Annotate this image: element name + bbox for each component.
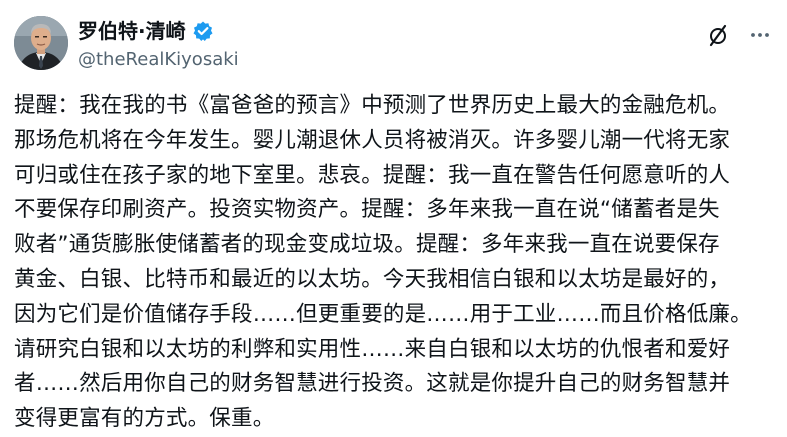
more-dots-icon[interactable] — [747, 22, 773, 48]
tweet-card: 罗伯特·清崎 @theRealKiyosaki 提醒：我在我的书《富爸爸的预言》… — [0, 0, 787, 431]
user-handle[interactable]: @theRealKiyosaki — [78, 48, 239, 72]
verified-badge-icon — [192, 20, 214, 42]
avatar-image — [14, 16, 68, 70]
header-actions — [705, 22, 773, 48]
avatar[interactable] — [14, 16, 68, 70]
grok-slash-icon[interactable] — [705, 22, 731, 48]
author-block: 罗伯特·清崎 @theRealKiyosaki — [78, 18, 239, 72]
post-text: 提醒：我在我的书《富爸爸的预言》中预测了世界历史上最大的金融危机。 那场危机将在… — [14, 93, 752, 432]
name-row: 罗伯特·清崎 — [78, 18, 239, 44]
display-name[interactable]: 罗伯特·清崎 — [78, 18, 186, 44]
